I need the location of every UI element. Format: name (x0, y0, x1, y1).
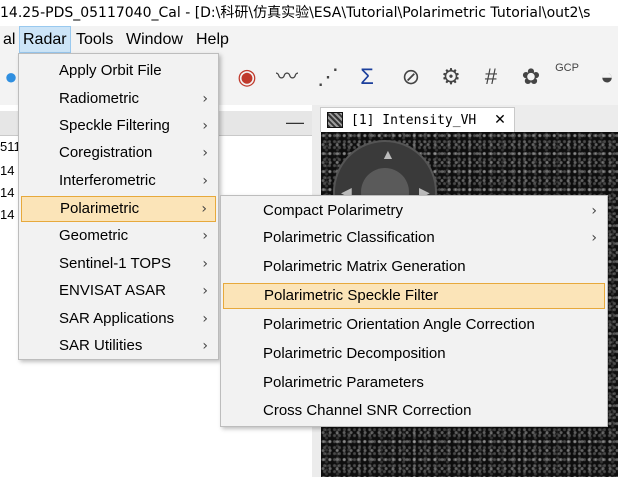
menu-item-label: Polarimetric Speckle Filter (264, 287, 439, 304)
chevron-right-icon: › (202, 256, 208, 272)
menu-file-partial[interactable]: al (0, 26, 18, 53)
menu-item-label: Interferometric (59, 172, 156, 189)
menu-item-label: Polarimetric Matrix Generation (263, 258, 466, 275)
spectrum-icon[interactable]: 〰 (272, 61, 302, 93)
chevron-right-icon: › (202, 283, 208, 299)
tree-item[interactable]: 14 (0, 163, 14, 178)
grid-icon[interactable]: # (476, 61, 506, 93)
polarimetric-submenu: Compact Polarimetry › Polarimetric Classi… (220, 195, 608, 427)
menu-item-radiometric[interactable]: Radiometric › (21, 86, 216, 112)
radiometric-icon[interactable]: ◉ (232, 61, 262, 93)
menu-item-label: Polarimetric Classification (263, 229, 435, 246)
menu-item-polarimetric-parameters[interactable]: Polarimetric Parameters (223, 370, 605, 396)
chevron-right-icon: › (202, 228, 208, 244)
menu-item-compact-polarimetry[interactable]: Compact Polarimetry › (223, 198, 605, 224)
tab-label: [1] Intensity_VH (351, 113, 477, 128)
menu-item-sar-utilities[interactable]: SAR Utilities › (21, 333, 216, 359)
menu-item-label: ENVISAT ASAR (59, 282, 166, 299)
tree-item[interactable]: 14 (0, 207, 14, 222)
pan-up-icon[interactable]: ▲ (381, 146, 395, 162)
menu-radar[interactable]: Radar (19, 26, 71, 53)
menu-item-label: Apply Orbit File (59, 62, 162, 79)
menu-item-geometric[interactable]: Geometric › (21, 223, 216, 249)
chevron-right-icon: › (202, 173, 208, 189)
menu-tools[interactable]: Tools (73, 26, 116, 53)
chevron-right-icon: › (202, 311, 208, 327)
menu-item-label: Speckle Filtering (59, 117, 170, 134)
menu-item-polarimetric-orientation-angle-correction[interactable]: Polarimetric Orientation Angle Correctio… (223, 312, 605, 338)
tree-item[interactable]: 14 (0, 185, 14, 200)
menu-item-envisat-asar[interactable]: ENVISAT ASAR › (21, 278, 216, 304)
chevron-right-icon: › (202, 338, 208, 354)
chevron-right-icon: › (591, 230, 597, 246)
chevron-right-icon: › (201, 201, 207, 217)
menu-item-polarimetric-matrix-generation[interactable]: Polarimetric Matrix Generation (223, 254, 605, 280)
minimize-icon[interactable]: — (286, 111, 304, 133)
window-title: 14.25-PDS_05117040_Cal - [D:\科研\仿真实验\ESA… (0, 0, 618, 26)
close-icon[interactable]: ✕ (494, 112, 506, 128)
menu-item-label: Geometric (59, 227, 129, 244)
menu-item-label: Polarimetric Parameters (263, 374, 424, 391)
menu-help[interactable]: Help (193, 26, 232, 53)
tool-icon[interactable]: ⚙ (436, 61, 466, 93)
sigma-icon[interactable]: Σ (352, 61, 382, 93)
dome-icon[interactable]: ◒ (592, 61, 618, 93)
gcp-text-icon[interactable]: GCP (552, 61, 582, 93)
chevron-right-icon: › (202, 145, 208, 161)
eye-tool-icon[interactable]: ⊘ (396, 61, 426, 93)
menu-item-label: Sentinel-1 TOPS (59, 255, 172, 272)
image-view-icon (327, 112, 343, 128)
tab-intensity-vh[interactable]: [1] Intensity_VH ✕ (320, 107, 515, 132)
scatter-plot-icon[interactable]: ⋰ (313, 61, 343, 93)
menu-item-label: Compact Polarimetry (263, 202, 404, 219)
menu-item-label: Radiometric (59, 90, 140, 107)
menu-item-apply-orbit-file[interactable]: Apply Orbit File (21, 58, 216, 84)
menu-item-polarimetric-decomposition[interactable]: Polarimetric Decomposition (223, 341, 605, 367)
menu-item-cross-channel-snr-correction[interactable]: Cross Channel SNR Correction (223, 398, 605, 424)
menu-item-label: Coregistration (59, 144, 153, 161)
menu-item-polarimetric-classification[interactable]: Polarimetric Classification › (223, 225, 605, 251)
menu-item-sar-applications[interactable]: SAR Applications › (21, 306, 216, 332)
menu-item-polarimetric[interactable]: Polarimetric › (21, 196, 216, 222)
menu-item-label: Polarimetric Orientation Angle Correctio… (263, 316, 535, 333)
menu-window[interactable]: Window (123, 26, 186, 53)
chevron-right-icon: › (591, 203, 597, 219)
menu-item-sentinel-1-tops[interactable]: Sentinel-1 TOPS › (21, 251, 216, 277)
chevron-right-icon: › (202, 91, 208, 107)
menu-item-speckle-filtering[interactable]: Speckle Filtering › (21, 113, 216, 139)
chevron-right-icon: › (202, 118, 208, 134)
gcp-icon[interactable]: ✿ (516, 61, 546, 93)
menu-item-label: Polarimetric Decomposition (263, 345, 446, 362)
menu-item-interferometric[interactable]: Interferometric › (21, 168, 216, 194)
menu-item-label: SAR Applications (59, 310, 175, 327)
menu-item-label: Polarimetric (60, 200, 140, 217)
menu-item-label: SAR Utilities (59, 337, 143, 354)
menu-bar: al Radar Tools Window Help (0, 26, 618, 53)
radar-menu: Apply Orbit File Radiometric › Speckle Fi… (18, 53, 219, 360)
menu-item-coregistration[interactable]: Coregistration › (21, 140, 216, 166)
menu-item-polarimetric-speckle-filter[interactable]: Polarimetric Speckle Filter (223, 283, 605, 309)
menu-item-label: Cross Channel SNR Correction (263, 402, 472, 419)
